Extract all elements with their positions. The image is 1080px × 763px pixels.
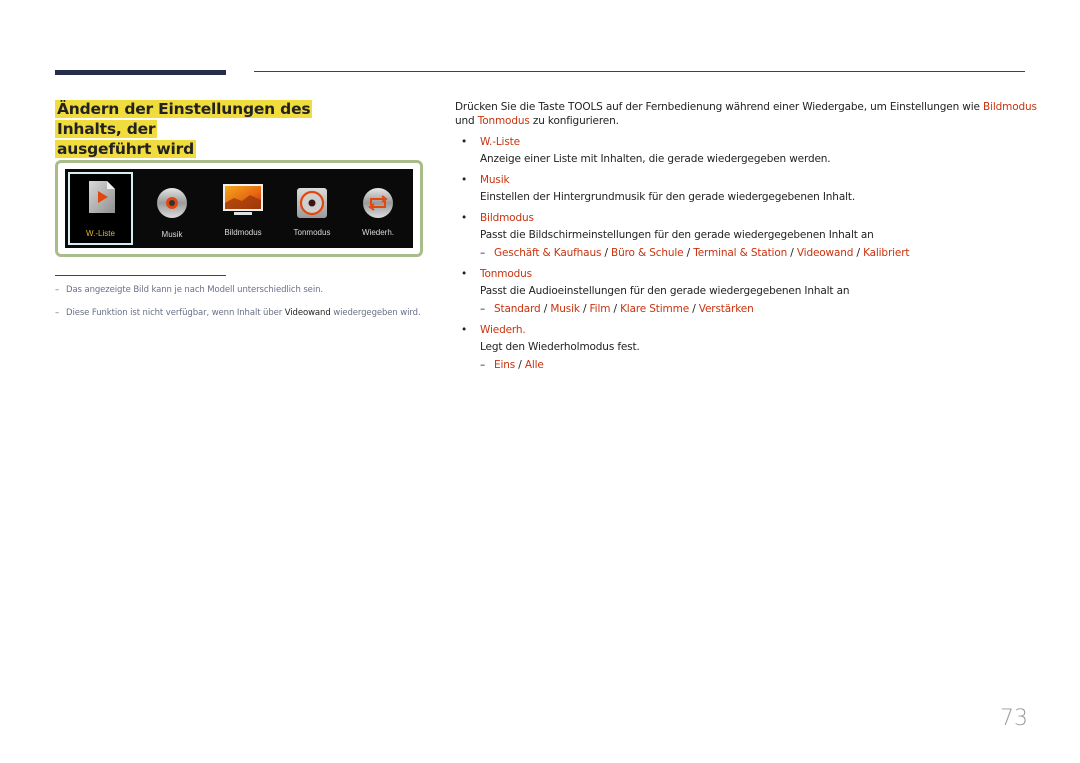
footnote-dash: –	[55, 308, 60, 318]
footnote-text: Diese Funktion ist nicht verfügbar, wenn…	[66, 308, 285, 318]
footnote-text: wiedergegeben wird.	[330, 308, 421, 318]
option-separator: /	[540, 303, 551, 315]
option-value: Eins	[494, 359, 516, 371]
bullet-dot: •	[461, 212, 468, 224]
option-separator: /	[601, 247, 612, 259]
option-value: Klare Stimme	[620, 303, 689, 315]
bullet-dot: •	[461, 174, 468, 186]
tools-menu-item-picture-mode[interactable]: Bildmodus	[208, 169, 278, 248]
tools-menu-item-sound-mode[interactable]: Tonmodus	[277, 169, 347, 248]
option-separator: /	[787, 247, 797, 259]
option-value: Verstärken	[698, 303, 754, 315]
tools-menu: W.-Liste Musik Bildmodus Tonmodus Wieder…	[65, 169, 413, 248]
bullet-dot: •	[461, 268, 468, 280]
picture-mode-icon	[223, 184, 263, 215]
intro-text: Drücken Sie die Taste	[455, 101, 568, 113]
option-separator: /	[683, 247, 694, 259]
bullet-dot: •	[461, 136, 468, 148]
option-separator: /	[515, 359, 525, 371]
footnote-text: Das angezeigte Bild kann je nach Modell …	[66, 285, 323, 295]
option-value: Musik	[550, 303, 580, 315]
tools-menu-item-playlist[interactable]: W.-Liste	[68, 172, 133, 245]
option-value: Geschäft & Kaufhaus	[494, 247, 602, 259]
term-link: Tonmodus	[477, 115, 530, 127]
option-value: Standard	[494, 303, 541, 315]
footnote: – Diese Funktion ist nicht verfügbar, wen…	[55, 308, 421, 318]
option-value: Alle	[524, 359, 544, 371]
sound-mode-icon	[297, 188, 327, 218]
tools-menu-label: Musik	[161, 230, 183, 239]
section-title-line1: Ändern der Einstellungen des Inhalts, de…	[55, 100, 313, 138]
footnote-emphasis: Videowand	[284, 308, 331, 318]
tools-menu-item-repeat[interactable]: Wiederh.	[343, 169, 413, 248]
tools-menu-screenshot: W.-Liste Musik Bildmodus Tonmodus Wieder…	[55, 160, 423, 257]
content-column: Drücken Sie die Taste TOOLS auf der Fern…	[455, 100, 1037, 379]
option-description: Anzeige einer Liste mit Inhalten, die ge…	[480, 153, 831, 165]
option-values: – Standard / Musik / Film / Klare Stimme …	[480, 302, 1035, 316]
option-separator: /	[689, 303, 699, 315]
option-values-dash: –	[480, 359, 486, 371]
intro-text: und	[455, 115, 478, 127]
option-values: – Eins / Alle	[480, 358, 1035, 372]
page-number: 73	[1000, 706, 1028, 731]
option-separator: /	[610, 303, 621, 315]
tools-menu-item-music[interactable]: Musik	[137, 169, 207, 248]
option-separator: /	[579, 303, 590, 315]
playlist-file-icon	[89, 181, 115, 213]
option-description: Passt die Audioeinstellungen für den ger…	[480, 285, 850, 297]
option-list: • W.-Liste Anzeige einer Liste mit Inhalte…	[455, 135, 1035, 372]
option-item: • W.-Liste Anzeige einer Liste mit Inhalte…	[455, 135, 1035, 166]
option-value: Videowand	[796, 247, 854, 259]
option-values: – Geschäft & Kaufhaus / Büro & Schule / T…	[480, 246, 1035, 260]
option-value: Film	[589, 303, 611, 315]
footnote: – Das angezeigte Bild kann je nach Modell…	[55, 285, 323, 295]
option-values-dash: –	[480, 247, 486, 259]
option-value: Kalibriert	[863, 247, 910, 259]
footnote-dash: –	[55, 285, 60, 295]
option-description: Passt die Bildschirmeinstellungen für de…	[480, 229, 874, 241]
header-rule-thick	[55, 70, 226, 75]
option-term: Musik	[480, 174, 510, 186]
option-term: W.-Liste	[480, 136, 520, 148]
option-value: Terminal & Station	[693, 247, 788, 259]
repeat-icon	[363, 188, 393, 218]
option-values-dash: –	[480, 303, 486, 315]
tools-menu-label: W.-Liste	[86, 229, 115, 238]
intro-text: auf der Fernbedienung während einer Wied…	[602, 101, 984, 113]
key-name: TOOLS	[567, 101, 603, 113]
option-item: • Tonmodus Passt die Audioeinstellungen fü…	[455, 267, 1035, 316]
term-link: Bildmodus	[983, 101, 1037, 113]
bullet-dot: •	[461, 324, 468, 336]
option-description: Einstellen der Hintergrundmusik für den …	[480, 191, 856, 203]
intro-text: zu konfigurieren.	[529, 115, 619, 127]
option-separator: /	[853, 247, 864, 259]
option-item: • Bildmodus Passt die Bildschirmeinstellun…	[455, 211, 1035, 260]
tools-menu-label: Tonmodus	[293, 228, 331, 237]
option-item: • Wiederh. Legt den Wiederholmodus fest. – E…	[455, 323, 1035, 372]
intro-paragraph: Drücken Sie die Taste TOOLS auf der Fern…	[455, 100, 1037, 128]
tools-menu-label: Bildmodus	[224, 228, 262, 237]
option-value: Büro & Schule	[611, 247, 684, 259]
option-term: Bildmodus	[480, 212, 534, 224]
tools-menu-label: Wiederh.	[361, 228, 394, 237]
section-title: Ändern der Einstellungen des Inhalts, de…	[55, 99, 375, 159]
section-title-line2: ausgeführt wird	[55, 140, 196, 158]
option-term: Wiederh.	[480, 324, 526, 336]
music-disc-icon	[157, 188, 187, 218]
option-term: Tonmodus	[480, 268, 532, 280]
option-description: Legt den Wiederholmodus fest.	[480, 341, 640, 353]
header-rule-thin	[254, 71, 1025, 72]
footnote-rule	[55, 275, 226, 276]
option-item: • Musik Einstellen der Hintergrundmusik fü…	[455, 173, 1035, 204]
